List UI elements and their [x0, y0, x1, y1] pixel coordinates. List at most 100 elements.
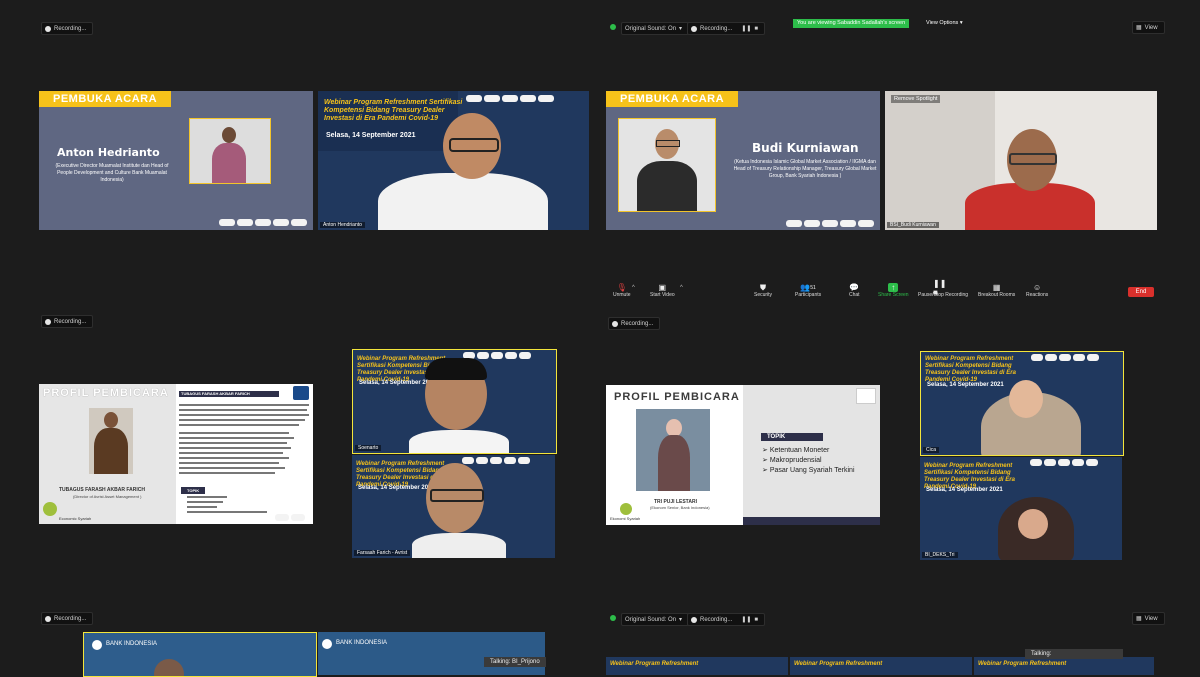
chevron-down-icon: ▾: [679, 26, 683, 32]
video-soenarto[interactable]: Webinar Program Refreshment Sertifikasi …: [352, 349, 557, 454]
video-farsaah[interactable]: Webinar Program Refreshment Sertifikasi …: [352, 455, 555, 558]
recording-indicator[interactable]: Recording...: [41, 315, 94, 328]
remove-spotlight-button[interactable]: Remove Spotlight: [891, 95, 941, 103]
video-anton[interactable]: Webinar Program Refreshment Sertifikasi …: [318, 91, 589, 230]
video-off-icon: ▣: [658, 283, 667, 292]
banner-pembuka-acara: PEMBUKA ACARA: [606, 91, 739, 107]
webinar-date: Selasa, 14 September 2021: [927, 382, 1004, 388]
speaker-name: Budi Kurniawan: [752, 141, 859, 155]
video-bottom-3[interactable]: Webinar Program Refreshment: [974, 657, 1154, 675]
bank-indonesia-logo: [322, 639, 332, 649]
original-sound-toggle[interactable]: Original Sound: On ▾: [621, 22, 690, 35]
recording-icon: [691, 25, 697, 32]
pause-icon[interactable]: ❚❚: [741, 25, 751, 32]
partner-logos: [462, 457, 530, 464]
grid-icon: ▦: [1136, 616, 1142, 622]
grid-icon: ▦: [1136, 25, 1142, 31]
speaker-role: (Ekonom Senior, Bank Indonesia): [650, 505, 710, 510]
talking-indicator: Talking:: [1025, 649, 1123, 659]
speaker-photo: [636, 409, 710, 491]
recording-icon: [45, 615, 51, 622]
webinar-date: Selasa, 14 September 2021: [926, 487, 1003, 493]
breakout-rooms-button[interactable]: ▦ Breakout Rooms: [978, 283, 1015, 298]
stop-icon[interactable]: ■: [754, 26, 758, 32]
shield-icon: [610, 24, 616, 30]
sponsor-logo: [620, 503, 632, 515]
slide-profil-pembicara-1: PROFIL PEMBICARA TUBAGUS FARASH AKBAR FA…: [39, 384, 313, 524]
start-video-button[interactable]: ▣ Start Video: [650, 283, 675, 298]
speaker-name: Anton Hedrianto: [57, 146, 160, 159]
video-bottom-1[interactable]: Webinar Program Refreshment: [606, 657, 788, 675]
unmute-button[interactable]: 🎙 Unmute: [613, 283, 631, 298]
chevron-up-icon[interactable]: ^: [632, 285, 635, 291]
partner-logos: [1030, 459, 1098, 466]
share-screen-icon: ↑: [888, 283, 899, 292]
recording-icon: [45, 318, 51, 325]
video-tri[interactable]: Webinar Program Refreshment Sertifikasi …: [920, 457, 1122, 560]
partner-logos: [219, 219, 307, 226]
video-bi-2[interactable]: BANK INDONESIA: [318, 632, 545, 675]
recording-indicator[interactable]: Recording...: [41, 22, 94, 35]
recording-indicator[interactable]: Recording...: [608, 317, 661, 330]
participant-name: Farsaah Farich - Avrist: [354, 550, 411, 556]
end-meeting-button[interactable]: End: [1128, 287, 1154, 297]
video-bottom-2[interactable]: Webinar Program Refreshment: [790, 657, 972, 675]
webinar-date: Selasa, 14 September 2021: [358, 485, 435, 491]
original-sound-toggle[interactable]: Original Sound: On ▾: [621, 613, 690, 626]
speaker-description: (Ketua Indonesia Islamic Global Market A…: [733, 159, 877, 179]
recording-icon: [45, 25, 51, 32]
participant-name: Anton Hendrianto: [320, 222, 365, 228]
pause-stop-recording-button[interactable]: ❚❚ ■ Pause/Stop Recording: [918, 278, 968, 299]
topic-item: ➢ Makroprudensial: [762, 457, 822, 464]
chevron-down-icon: ▾: [679, 617, 683, 623]
slide-pembuka-acara-1: PEMBUKA ACARA Anton Hedrianto (Executive…: [39, 91, 313, 230]
bank-label: BANK INDONESIA: [336, 640, 388, 646]
speaker-name: TUBAGUS FARASH AKBAR FARICH: [59, 487, 145, 493]
view-button[interactable]: ▦ View: [1132, 612, 1165, 625]
microphone-muted-icon: 🎙: [616, 283, 627, 292]
speaker-photo: [189, 118, 271, 184]
participant-name: Soenarto: [355, 445, 382, 451]
breakout-rooms-icon: ▦: [992, 283, 1001, 292]
view-options-button[interactable]: View Options ▾: [926, 19, 963, 28]
pause-icon[interactable]: ❚❚: [741, 616, 751, 623]
recording-indicator[interactable]: Recording... ❚❚ ■: [687, 22, 766, 35]
chat-icon: 💬: [849, 283, 860, 292]
recording-indicator[interactable]: Recording...: [41, 612, 94, 625]
recording-icon: [691, 616, 697, 623]
speaker-photo: [618, 118, 716, 212]
partner-logos: [466, 95, 554, 102]
recording-icon: [612, 320, 618, 327]
slide-profil-pembicara-2: PROFIL PEMBICARA TRI PUJI LESTARI (Ekono…: [606, 385, 880, 525]
partner-logos: [786, 220, 874, 227]
pause-stop-icon: ❚❚ ■: [933, 278, 947, 297]
shield-icon: [610, 615, 616, 621]
topic-item: ➢ Pasar Uang Syariah Terkini: [762, 467, 855, 474]
talking-indicator: Talking: BI_Prijono: [484, 657, 546, 667]
profile-title: PROFIL PEMBICARA: [614, 391, 740, 403]
participant-name: BSI_Budi Kurniawan: [887, 222, 939, 228]
recording-indicator[interactable]: Recording... ❚❚ ■: [687, 613, 766, 626]
video-cica[interactable]: Webinar Program Refreshment Sertifikasi …: [920, 351, 1124, 456]
smiley-icon: ☺: [1033, 283, 1042, 292]
chat-button[interactable]: 💬 Chat: [849, 283, 860, 298]
bank-indonesia-logo: [92, 640, 102, 650]
sponsor-label: Ekonomi Syariah: [610, 516, 641, 521]
shield-icon: ⛊: [760, 282, 767, 292]
sponsor-label: Economic Syariah: [59, 516, 92, 521]
reactions-button[interactable]: ☺ Reactions: [1026, 283, 1048, 298]
share-screen-button[interactable]: ↑ Share Screen: [878, 283, 909, 298]
topic-item: ➢ Ketentuan Moneter: [762, 447, 830, 454]
video-bi-1[interactable]: BANK INDONESIA: [83, 632, 317, 677]
chevron-up-icon[interactable]: ^: [680, 285, 683, 291]
view-button[interactable]: ▦ View: [1132, 21, 1165, 34]
webinar-date: Selasa, 14 September 2021: [359, 380, 436, 386]
stop-icon[interactable]: ■: [754, 617, 758, 623]
speaker-photo: [89, 408, 133, 474]
participants-button[interactable]: 👥 51 Participants: [795, 283, 821, 298]
participant-name: Cica: [923, 447, 940, 453]
chevron-down-icon: ▾: [959, 20, 963, 26]
security-button[interactable]: ⛊ Security: [754, 282, 772, 299]
banner-pembuka-acara: PEMBUKA ACARA: [39, 91, 172, 107]
video-budi[interactable]: Remove Spotlight BSI_Budi Kurniawan: [885, 91, 1157, 230]
